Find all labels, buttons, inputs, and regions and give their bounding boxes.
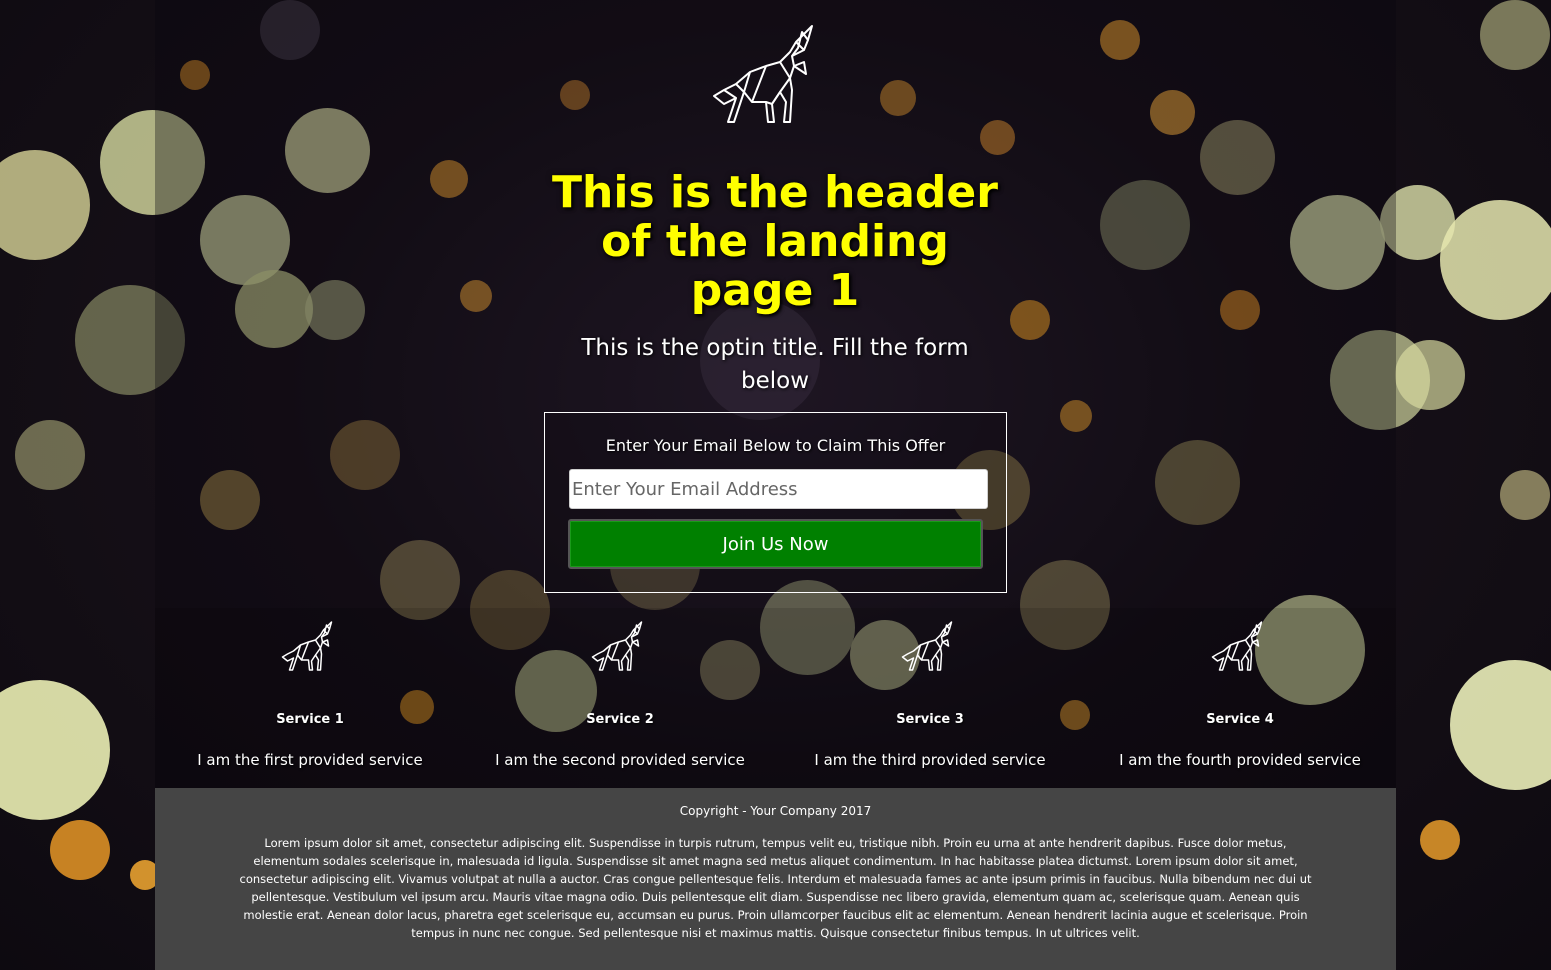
- landing-page: This is the header of the landing page 1…: [0, 0, 1551, 970]
- service-card-4: Service 4 I am the fourth provided servi…: [1085, 608, 1395, 788]
- service-title: Service 3: [896, 712, 964, 727]
- wolf-icon: [591, 621, 643, 671]
- service-card-1: Service 1 I am the first provided servic…: [155, 608, 465, 788]
- join-us-now-button[interactable]: Join Us Now: [568, 519, 983, 569]
- service-description: I am the fourth provided service: [1119, 751, 1361, 769]
- service-description: I am the third provided service: [814, 751, 1046, 769]
- form-label: Enter Your Email Below to Claim This Off…: [605, 436, 946, 455]
- wolf-icon: [901, 621, 953, 671]
- service-title: Service 1: [276, 712, 344, 727]
- service-title: Service 4: [1206, 712, 1274, 727]
- wolf-icon: [1211, 621, 1263, 671]
- service-title: Service 2: [586, 712, 654, 727]
- footer-body-text: Lorem ipsum dolor sit amet, consectetur …: [239, 836, 1312, 940]
- page-headline: This is the header of the landing page 1: [552, 167, 998, 316]
- service-card-3: Service 3 I am the third provided servic…: [775, 608, 1085, 788]
- service-card-2: Service 2 I am the second provided servi…: [465, 608, 775, 788]
- service-description: I am the first provided service: [197, 751, 423, 769]
- footer: Copyright - Your Company 2017 Lorem ipsu…: [155, 788, 1396, 970]
- email-input[interactable]: [569, 469, 988, 509]
- wolf-logo-icon: [713, 25, 813, 123]
- service-description: I am the second provided service: [495, 751, 745, 769]
- wolf-icon: [281, 621, 333, 671]
- copyright-text: Copyright - Your Company 2017: [679, 804, 872, 818]
- services-section: Service 1 I am the first provided servic…: [155, 608, 1396, 788]
- optin-title: This is the optin title. Fill the form b…: [581, 335, 969, 394]
- optin-form: Enter Your Email Below to Claim This Off…: [544, 412, 1007, 593]
